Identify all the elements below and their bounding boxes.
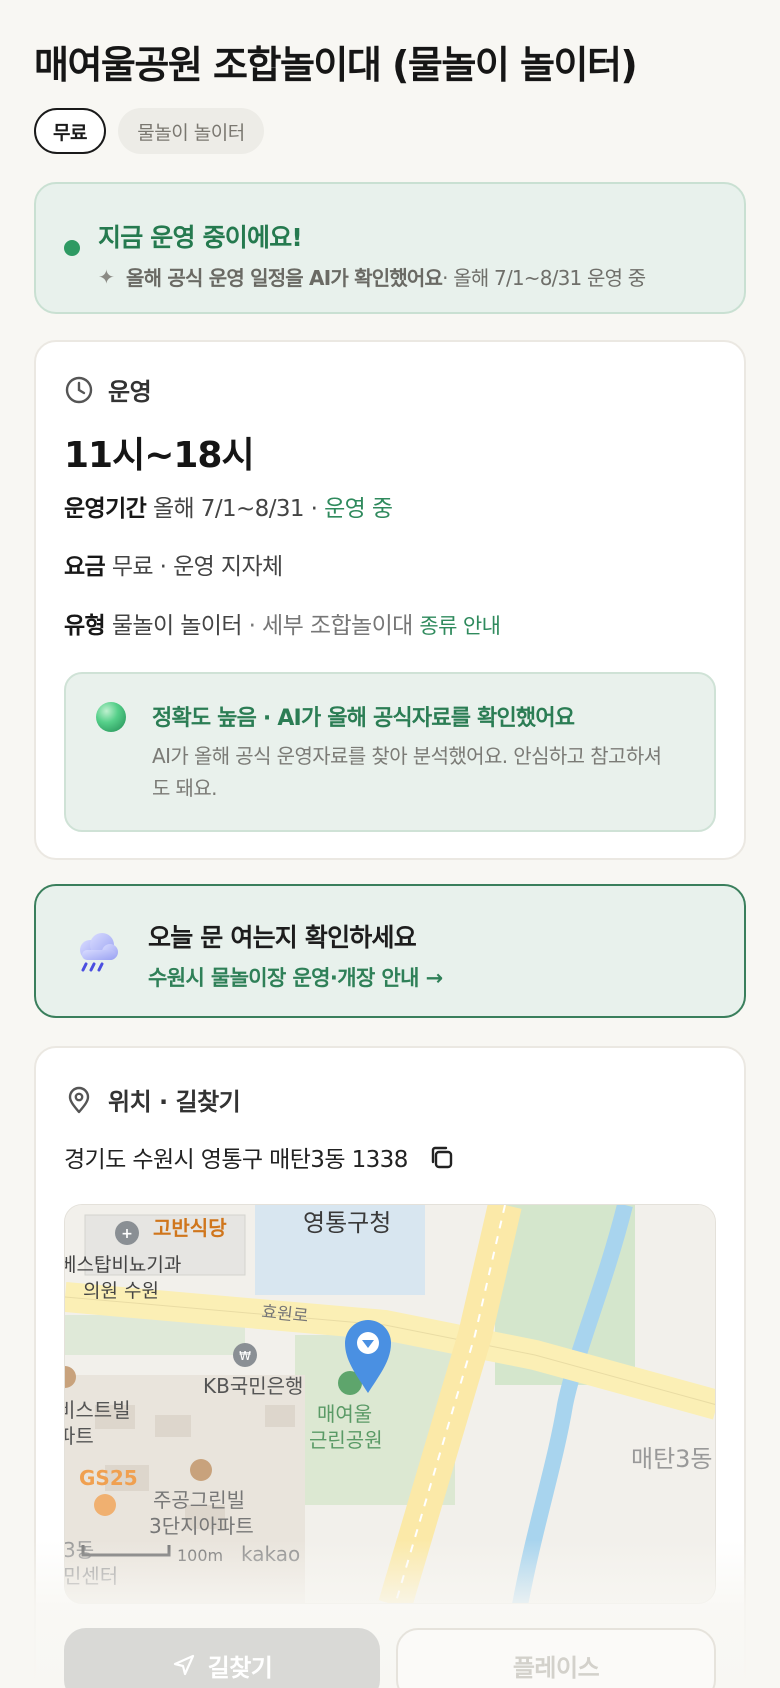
operation-label: 운영 bbox=[108, 378, 152, 406]
map-label-villa-2: 파트 bbox=[65, 1424, 94, 1448]
chip-category[interactable]: 물놀이 놀이터 bbox=[118, 108, 264, 154]
period-value: 올해 7/1~8/31 · bbox=[146, 496, 318, 522]
operation-header: 운영 bbox=[64, 372, 152, 407]
fee-key: 요금 bbox=[64, 554, 106, 580]
period-key: 운영기간 bbox=[64, 496, 147, 522]
fee-value: 무료 · 운영 지자체 bbox=[105, 554, 283, 580]
location-header: 위치 · 길찾기 bbox=[64, 1082, 241, 1117]
accuracy-title: 정확도 높음 · AI가 올해 공식자료를 확인했어요 bbox=[152, 706, 575, 731]
map-label-park-2: 근린공원 bbox=[309, 1428, 383, 1452]
map-label-villa-1: 비스트빌 bbox=[65, 1398, 131, 1422]
status-card: 지금 운영 중이에요! ✦ 올해 공식 운영 일정을 AI가 확인했어요 · 올… bbox=[34, 182, 746, 314]
copy-icon[interactable] bbox=[426, 1142, 456, 1172]
rain-cloud-icon bbox=[80, 933, 118, 972]
map-label-restaurant: 고반식당 bbox=[153, 1216, 227, 1240]
svg-text:+: + bbox=[121, 1226, 133, 1242]
map-pin-icon bbox=[68, 1086, 90, 1113]
page-title: 매여울공원 조합놀이대 (물놀이 놀이터) bbox=[34, 43, 638, 87]
navigation-arrow-icon bbox=[173, 1654, 194, 1676]
directions-button[interactable]: 길찾기 bbox=[64, 1628, 380, 1688]
address-row: 경기도 수원시 영통구 매탄3동 1338 bbox=[64, 1140, 456, 1174]
map-provider-logo: kakao bbox=[241, 1542, 300, 1566]
map-label-apt-1: 주공그린빌 bbox=[153, 1488, 245, 1512]
ai-note: 올해 공식 운영 일정을 AI가 확인했어요 bbox=[126, 266, 443, 290]
check-open-title: 오늘 문 여는지 확인하세요 bbox=[148, 923, 417, 952]
type-row: 유형 물놀이 놀이터 · 세부 조합놀이대 종류 안내 bbox=[64, 606, 501, 640]
svg-text:₩: ₩ bbox=[239, 1349, 251, 1363]
map-label-apt-2: 3단지아파트 bbox=[149, 1514, 254, 1538]
chip-free[interactable]: 무료 bbox=[34, 108, 106, 154]
status-title: 지금 운영 중이에요! bbox=[98, 223, 303, 252]
map-label-edge-2: 민센터 bbox=[65, 1564, 118, 1588]
map-label-edge-1: 3동 bbox=[65, 1538, 94, 1562]
type-guide-link[interactable]: 종류 안내 bbox=[419, 614, 501, 638]
suwon-notice-link[interactable]: 수원시 물놀이장 운영·개장 안내 → bbox=[148, 962, 443, 992]
status-dot-icon bbox=[64, 240, 80, 256]
map-scale-label: 100m bbox=[177, 1546, 223, 1565]
type-value: 물놀이 놀이터 bbox=[105, 613, 243, 639]
fee-row: 요금 무료 · 운영 지자체 bbox=[64, 547, 283, 581]
period-row: 운영기간 올해 7/1~8/31 · 운영 중 bbox=[64, 489, 393, 523]
period-status: 운영 중 bbox=[317, 496, 393, 522]
map-label-bank: KB국민은행 bbox=[203, 1374, 303, 1398]
map-view[interactable]: + ₩ 고반식당 영통구청 베스탑비뇨기과 의원 수원 효원로 KB국민은행 비… bbox=[64, 1204, 716, 1604]
map-label-clinic-2: 의원 수원 bbox=[83, 1280, 159, 1302]
operation-card: 운영 11시~18시 운영기간 올해 7/1~8/31 · 운영 중 요금 무료… bbox=[34, 340, 746, 860]
place-label: 플레이스 bbox=[512, 1653, 600, 1682]
map-canvas[interactable]: + ₩ 고반식당 영통구청 베스탑비뇨기과 의원 수원 효원로 KB국민은행 비… bbox=[65, 1205, 716, 1604]
directions-label: 길찾기 bbox=[207, 1653, 273, 1682]
accuracy-orb-icon bbox=[96, 702, 126, 732]
check-open-card[interactable]: 오늘 문 여는지 확인하세요 수원시 물놀이장 운영·개장 안내 → bbox=[34, 884, 746, 1018]
map-label-district-office: 영통구청 bbox=[303, 1209, 391, 1237]
map-label-clinic-1: 베스탑비뇨기과 bbox=[65, 1254, 181, 1276]
operating-hours: 11시~18시 bbox=[64, 435, 255, 476]
map-label-area: 매탄3동 bbox=[631, 1445, 713, 1473]
sparkle-icon: ✦ bbox=[98, 264, 115, 289]
location-label: 위치 · 길찾기 bbox=[108, 1088, 241, 1116]
address-text: 경기도 수원시 영통구 매탄3동 1338 bbox=[64, 1147, 408, 1173]
map-label-park-1: 매여울 bbox=[317, 1402, 372, 1426]
place-button[interactable]: 플레이스 bbox=[396, 1628, 716, 1688]
map-label-store: GS25 bbox=[79, 1466, 138, 1490]
period-note: · 올해 7/1~8/31 운영 중 bbox=[442, 266, 646, 290]
status-subtitle: ✦ 올해 공식 운영 일정을 AI가 확인했어요 · 올해 7/1~8/31 운… bbox=[98, 262, 646, 291]
type-key: 유형 bbox=[64, 613, 106, 639]
accuracy-description: AI가 올해 공식 운영자료를 찾아 분석했어요. 안심하고 참고하셔도 돼요. bbox=[152, 744, 662, 800]
accuracy-box: 정확도 높음 · AI가 올해 공식자료를 확인했어요 AI가 올해 공식 운영… bbox=[64, 672, 716, 832]
page: 매여울공원 조합놀이대 (물놀이 놀이터) 무료 물놀이 놀이터 지금 운영 중… bbox=[0, 0, 780, 1688]
location-card: 위치 · 길찾기 경기도 수원시 영통구 매탄3동 1338 + ₩ 고반식당 … bbox=[34, 1046, 746, 1688]
type-detail: · 세부 조합놀이대 bbox=[241, 613, 420, 639]
clock-icon bbox=[65, 376, 93, 403]
